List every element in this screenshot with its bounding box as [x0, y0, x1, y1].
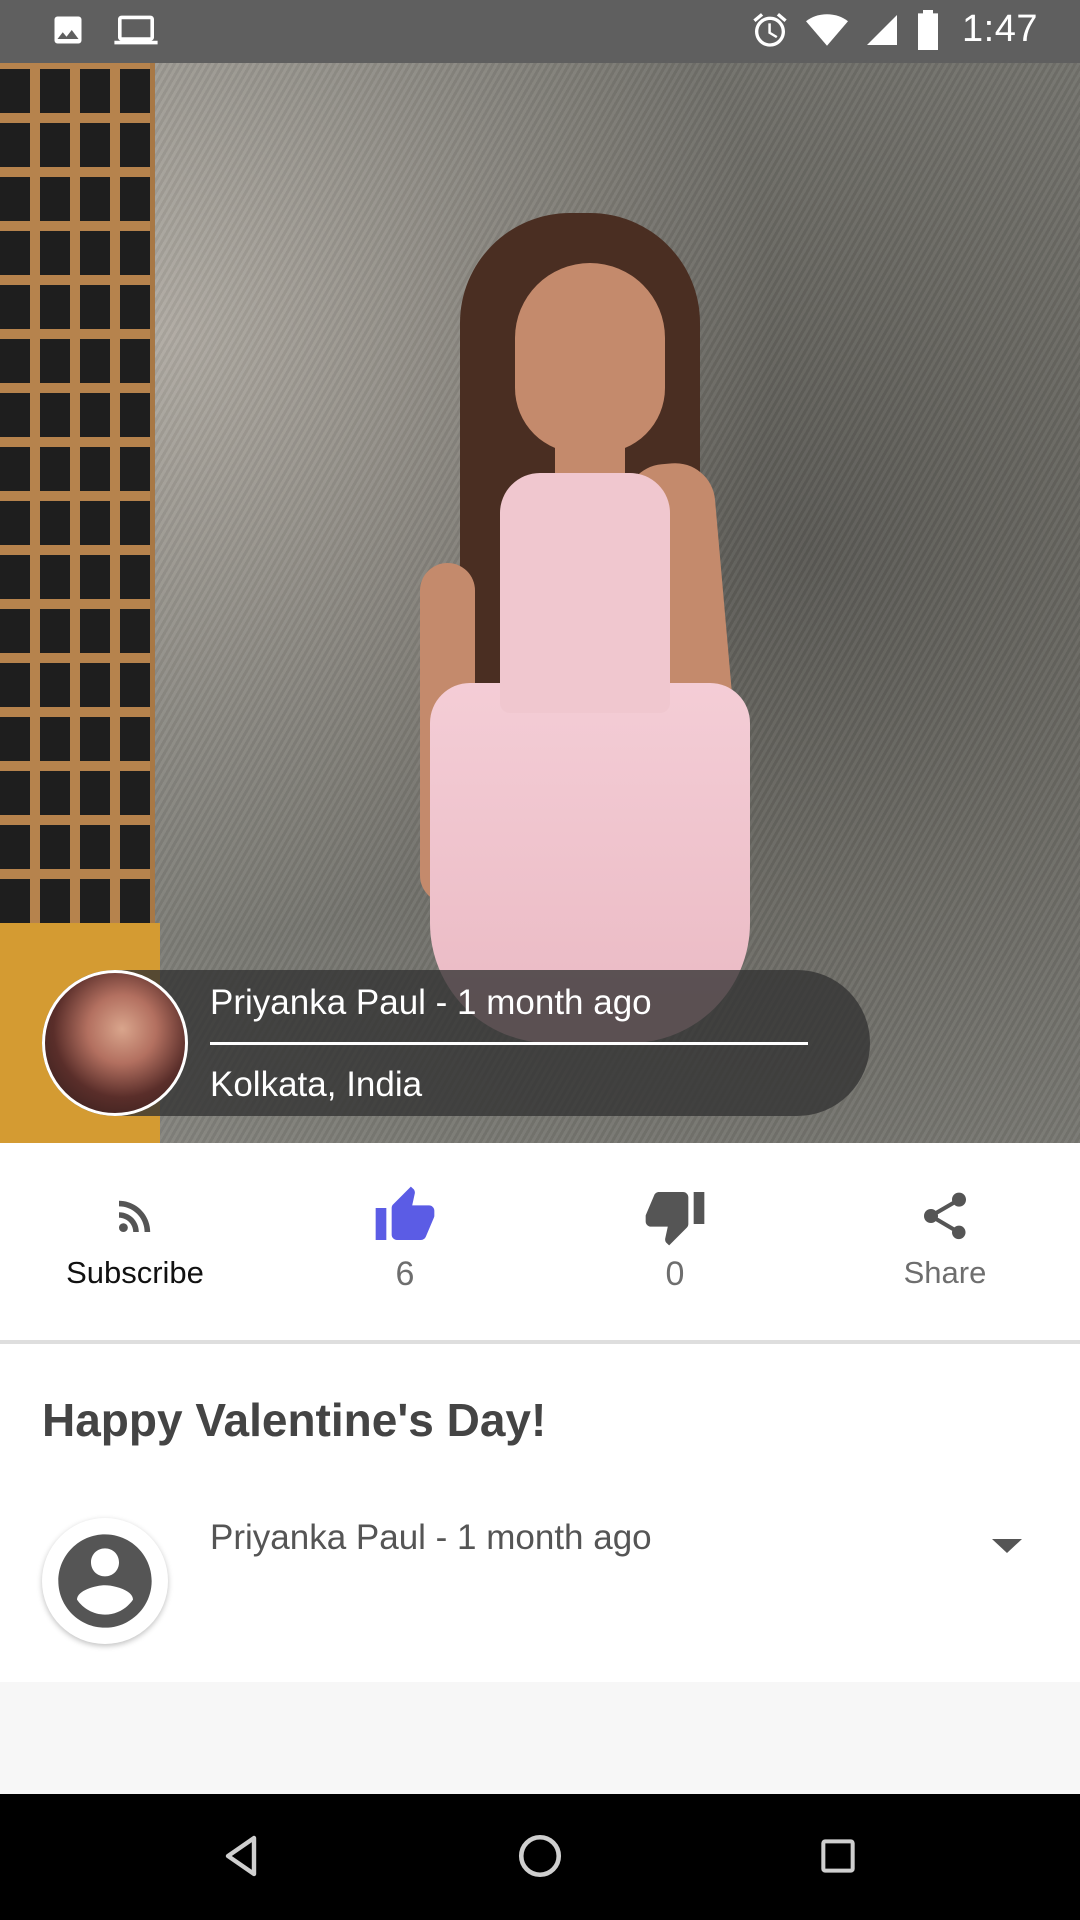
share-label: Share — [903, 1255, 987, 1290]
author-avatar[interactable] — [42, 970, 188, 1116]
status-left-icons — [50, 12, 158, 48]
status-right-icons: 1:47 — [750, 8, 1038, 51]
image-icon — [50, 12, 86, 48]
system-nav-bar — [0, 1794, 1080, 1920]
comment-avatar[interactable] — [42, 1518, 168, 1644]
like-count: 6 — [395, 1255, 415, 1293]
author-divider — [210, 1042, 808, 1045]
post-title: Happy Valentine's Day! — [42, 1394, 547, 1446]
dress-top — [500, 473, 670, 713]
window-grill — [0, 63, 150, 923]
signal-icon — [864, 12, 900, 48]
action-bar: Subscribe 6 0 Share — [0, 1143, 1080, 1341]
thumbs-up-icon — [270, 1183, 540, 1249]
share-icon — [810, 1183, 1080, 1249]
share-button[interactable]: Share — [810, 1183, 1080, 1291]
thumbs-down-icon — [540, 1183, 810, 1249]
status-bar: 1:47 — [0, 0, 1080, 63]
subscribe-label: Subscribe — [66, 1255, 204, 1290]
like-button[interactable]: 6 — [270, 1183, 540, 1294]
dropdown-arrow-icon[interactable] — [992, 1535, 1022, 1560]
author-location[interactable]: Kolkata, India — [210, 1065, 422, 1105]
section-divider — [0, 1340, 1080, 1344]
battery-icon — [916, 9, 940, 50]
alarm-icon — [750, 10, 790, 50]
subscribe-button[interactable]: Subscribe — [0, 1183, 270, 1291]
laptop-icon — [114, 12, 158, 48]
dislike-button[interactable]: 0 — [540, 1183, 810, 1294]
status-time: 1:47 — [962, 8, 1038, 50]
dislike-count: 0 — [665, 1255, 685, 1293]
home-icon[interactable] — [508, 1824, 572, 1888]
author-name-time[interactable]: Priyanka Paul - 1 month ago — [210, 983, 652, 1023]
account-circle-icon — [58, 1534, 152, 1628]
comment-meta: Priyanka Paul - 1 month ago — [210, 1518, 652, 1557]
person-face — [515, 263, 665, 453]
wifi-icon — [806, 12, 849, 48]
recents-icon[interactable] — [806, 1824, 870, 1888]
rss-icon — [0, 1183, 270, 1249]
empty-footer-area — [0, 1682, 1080, 1794]
back-icon[interactable] — [210, 1824, 274, 1888]
